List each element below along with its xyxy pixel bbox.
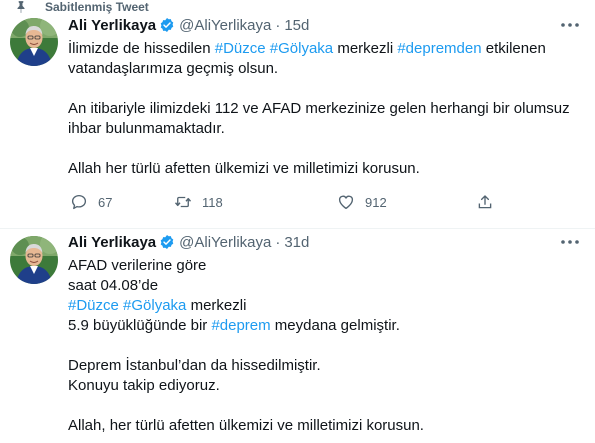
tweet-text-segment: etkilenen [481, 40, 546, 57]
avatar[interactable] [10, 236, 58, 284]
reply-icon [71, 194, 87, 210]
tweet-text-segment: 5.9 büyüklüğünde bir [68, 317, 212, 334]
avatar[interactable] [10, 18, 58, 66]
tweet-line: #Düzce #Gölyaka merkezli [68, 296, 568, 316]
author-name[interactable]: Ali Yerlikaya [68, 17, 156, 34]
hashtag-link[interactable]: #deprem [211, 317, 270, 334]
tweet-line: saat 04.08’de [68, 276, 568, 296]
tweet-paragraph: AFAD verilerine göre saat 04.08’de #Düzce … [68, 256, 568, 336]
hashtag-link[interactable]: #depremden [397, 40, 481, 57]
tweet-paragraph: Allah her türlü afetten ülkemizi ve mill… [68, 159, 568, 179]
tweet-line: An itibariyle ilimizdeki 112 ve AFAD mer… [68, 99, 570, 119]
tweet-line: Allah, her türlü afetten ülkemizi ve mil… [68, 416, 568, 436]
tweet-text-segment: ihbar bulunmamaktadır. [68, 120, 225, 137]
retweet-count: 118 [202, 194, 223, 210]
tweet-text-segment: Allah her türlü afetten ülkemizi ve mill… [68, 160, 420, 177]
tweet-timestamp[interactable]: 31d [284, 234, 309, 251]
tweet-timestamp[interactable]: 15d [284, 17, 309, 34]
tweet-actions: 67 118 912 [68, 192, 508, 212]
tweet-paragraph: An itibariyle ilimizdeki 112 ve AFAD mer… [68, 99, 570, 139]
retweet-icon [174, 196, 192, 208]
retweet-button[interactable]: 118 [174, 192, 223, 212]
tweet-line: Konuyu takip ediyoruz. [68, 376, 568, 396]
hashtag-link[interactable]: #Düzce [215, 40, 266, 57]
hashtag-link[interactable]: #Gölyaka [123, 297, 186, 314]
tweet-header: Ali Yerlikaya @AliYerlikaya · 15d [68, 16, 309, 34]
tweet-paragraph: İlimizde de hissedilen #Düzce #Gölyaka m… [68, 39, 568, 79]
tweet-line: vatandaşlarımıza geçmiş olsun. [68, 59, 568, 79]
tweet-line: İlimizde de hissedilen #Düzce #Gölyaka m… [68, 39, 568, 59]
tweet[interactable]: Ali Yerlikaya @AliYerlikaya · 31d AFAD v… [0, 229, 595, 443]
tweet-line: 5.9 büyüklüğünde bir #deprem meydana gel… [68, 316, 568, 336]
like-count: 912 [365, 194, 387, 210]
tweet-text-segment: saat 04.08’de [68, 277, 159, 294]
tweet-text-segment: AFAD verilerine göre [68, 257, 207, 274]
tweet-line: Deprem İstanbul’dan da hissedilmiştir. [68, 356, 568, 376]
tweet-paragraph: Allah, her türlü afetten ülkemizi ve mil… [68, 416, 568, 436]
tweet-text-segment: An itibariyle ilimizdeki 112 ve AFAD mer… [68, 100, 570, 117]
tweet-text-segment: Konuyu takip ediyoruz. [68, 377, 220, 394]
more-options-icon[interactable] [559, 16, 581, 34]
tweet-header: Ali Yerlikaya @AliYerlikaya · 31d [68, 233, 309, 251]
tweet-line: AFAD verilerine göre [68, 256, 568, 276]
verified-badge-icon [160, 18, 174, 32]
separator-dot: · [275, 16, 281, 34]
tweet-text: AFAD verilerine göre saat 04.08’de #Düzce … [68, 256, 568, 436]
tweet-line: Allah her türlü afetten ülkemizi ve mill… [68, 159, 568, 179]
tweet-text-segment: Allah, her türlü afetten ülkemizi ve mil… [68, 417, 424, 434]
reply-count: 67 [98, 194, 113, 210]
tweet-text-segment: Deprem İstanbul’dan da hissedilmiştir. [68, 357, 321, 374]
hashtag-link[interactable]: #Düzce [68, 297, 119, 314]
tweet[interactable]: Ali Yerlikaya @AliYerlikaya · 15d İlimiz… [0, 12, 595, 228]
tweet-text: İlimizde de hissedilen #Düzce #Gölyaka m… [68, 39, 570, 179]
verified-badge-icon [160, 235, 174, 249]
author-handle[interactable]: @AliYerlikaya [179, 234, 271, 251]
tweet-paragraph: Deprem İstanbul’dan da hissedilmiştir. Ko… [68, 356, 568, 396]
like-heart-icon [338, 195, 354, 210]
like-button[interactable]: 912 [337, 192, 387, 212]
tweet-text-segment: İlimizde de hissedilen [68, 40, 215, 57]
share-icon [478, 195, 492, 209]
hashtag-link[interactable]: #Gölyaka [270, 40, 333, 57]
tweet-text-segment: merkezli [333, 40, 398, 57]
author-name[interactable]: Ali Yerlikaya [68, 234, 156, 251]
separator-dot: · [275, 233, 281, 251]
tweet-text-segment: meydana gelmiştir. [270, 317, 400, 334]
author-handle[interactable]: @AliYerlikaya [179, 17, 271, 34]
reply-button[interactable]: 67 [70, 192, 112, 212]
more-options-icon[interactable] [559, 233, 581, 251]
tweet-line: ihbar bulunmamaktadır. [68, 119, 568, 139]
tweet-text-segment: merkezli [186, 297, 247, 314]
tweet-text-segment: vatandaşlarımıza geçmiş olsun. [68, 60, 279, 77]
share-button[interactable] [476, 192, 494, 212]
